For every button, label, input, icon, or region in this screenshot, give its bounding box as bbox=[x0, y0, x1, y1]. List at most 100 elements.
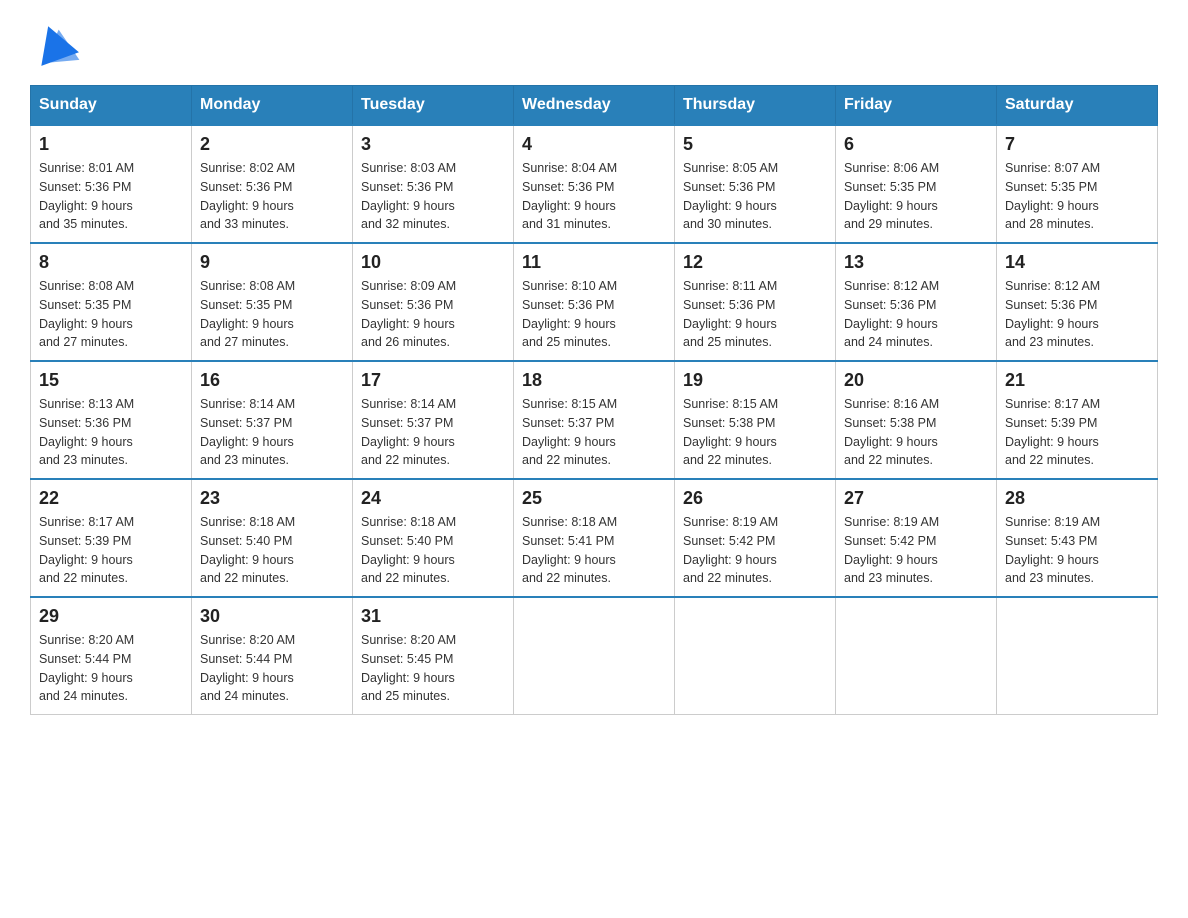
calendar-day-cell: 29 Sunrise: 8:20 AM Sunset: 5:44 PM Dayl… bbox=[31, 597, 192, 715]
day-of-week-header: Monday bbox=[192, 86, 353, 126]
day-info: Sunrise: 8:20 AM Sunset: 5:44 PM Dayligh… bbox=[200, 633, 295, 703]
calendar-day-cell: 25 Sunrise: 8:18 AM Sunset: 5:41 PM Dayl… bbox=[514, 479, 675, 597]
day-info: Sunrise: 8:19 AM Sunset: 5:42 PM Dayligh… bbox=[844, 515, 939, 585]
day-info: Sunrise: 8:03 AM Sunset: 5:36 PM Dayligh… bbox=[361, 161, 456, 231]
calendar-day-cell: 9 Sunrise: 8:08 AM Sunset: 5:35 PM Dayli… bbox=[192, 243, 353, 361]
calendar-day-cell: 11 Sunrise: 8:10 AM Sunset: 5:36 PM Dayl… bbox=[514, 243, 675, 361]
calendar-day-cell bbox=[836, 597, 997, 715]
day-number: 26 bbox=[683, 488, 827, 509]
day-number: 1 bbox=[39, 134, 183, 155]
day-number: 29 bbox=[39, 606, 183, 627]
day-number: 10 bbox=[361, 252, 505, 273]
day-info: Sunrise: 8:16 AM Sunset: 5:38 PM Dayligh… bbox=[844, 397, 939, 467]
calendar-day-cell: 17 Sunrise: 8:14 AM Sunset: 5:37 PM Dayl… bbox=[353, 361, 514, 479]
day-number: 14 bbox=[1005, 252, 1149, 273]
page-header bbox=[30, 20, 1158, 70]
day-number: 9 bbox=[200, 252, 344, 273]
calendar-day-cell: 5 Sunrise: 8:05 AM Sunset: 5:36 PM Dayli… bbox=[675, 125, 836, 243]
day-info: Sunrise: 8:18 AM Sunset: 5:40 PM Dayligh… bbox=[200, 515, 295, 585]
day-info: Sunrise: 8:15 AM Sunset: 5:37 PM Dayligh… bbox=[522, 397, 617, 467]
calendar-day-cell: 27 Sunrise: 8:19 AM Sunset: 5:42 PM Dayl… bbox=[836, 479, 997, 597]
day-info: Sunrise: 8:07 AM Sunset: 5:35 PM Dayligh… bbox=[1005, 161, 1100, 231]
day-number: 31 bbox=[361, 606, 505, 627]
day-of-week-header: Thursday bbox=[675, 86, 836, 126]
day-number: 24 bbox=[361, 488, 505, 509]
day-number: 23 bbox=[200, 488, 344, 509]
day-of-week-header: Tuesday bbox=[353, 86, 514, 126]
calendar-week-row: 22 Sunrise: 8:17 AM Sunset: 5:39 PM Dayl… bbox=[31, 479, 1158, 597]
day-number: 13 bbox=[844, 252, 988, 273]
calendar-day-cell: 26 Sunrise: 8:19 AM Sunset: 5:42 PM Dayl… bbox=[675, 479, 836, 597]
day-number: 11 bbox=[522, 252, 666, 273]
day-number: 19 bbox=[683, 370, 827, 391]
calendar-day-cell: 14 Sunrise: 8:12 AM Sunset: 5:36 PM Dayl… bbox=[997, 243, 1158, 361]
calendar-day-cell: 7 Sunrise: 8:07 AM Sunset: 5:35 PM Dayli… bbox=[997, 125, 1158, 243]
day-info: Sunrise: 8:19 AM Sunset: 5:43 PM Dayligh… bbox=[1005, 515, 1100, 585]
calendar-day-cell: 3 Sunrise: 8:03 AM Sunset: 5:36 PM Dayli… bbox=[353, 125, 514, 243]
day-number: 15 bbox=[39, 370, 183, 391]
calendar-day-cell: 30 Sunrise: 8:20 AM Sunset: 5:44 PM Dayl… bbox=[192, 597, 353, 715]
calendar-day-cell: 31 Sunrise: 8:20 AM Sunset: 5:45 PM Dayl… bbox=[353, 597, 514, 715]
day-info: Sunrise: 8:19 AM Sunset: 5:42 PM Dayligh… bbox=[683, 515, 778, 585]
day-info: Sunrise: 8:18 AM Sunset: 5:40 PM Dayligh… bbox=[361, 515, 456, 585]
day-info: Sunrise: 8:15 AM Sunset: 5:38 PM Dayligh… bbox=[683, 397, 778, 467]
day-number: 21 bbox=[1005, 370, 1149, 391]
calendar-day-cell: 23 Sunrise: 8:18 AM Sunset: 5:40 PM Dayl… bbox=[192, 479, 353, 597]
day-number: 2 bbox=[200, 134, 344, 155]
day-info: Sunrise: 8:08 AM Sunset: 5:35 PM Dayligh… bbox=[39, 279, 134, 349]
calendar-week-row: 15 Sunrise: 8:13 AM Sunset: 5:36 PM Dayl… bbox=[31, 361, 1158, 479]
calendar-day-cell bbox=[997, 597, 1158, 715]
calendar-table: SundayMondayTuesdayWednesdayThursdayFrid… bbox=[30, 85, 1158, 715]
day-of-week-header: Saturday bbox=[997, 86, 1158, 126]
calendar-day-cell: 24 Sunrise: 8:18 AM Sunset: 5:40 PM Dayl… bbox=[353, 479, 514, 597]
day-info: Sunrise: 8:14 AM Sunset: 5:37 PM Dayligh… bbox=[361, 397, 456, 467]
day-number: 3 bbox=[361, 134, 505, 155]
day-number: 4 bbox=[522, 134, 666, 155]
day-number: 28 bbox=[1005, 488, 1149, 509]
day-number: 30 bbox=[200, 606, 344, 627]
day-info: Sunrise: 8:04 AM Sunset: 5:36 PM Dayligh… bbox=[522, 161, 617, 231]
day-number: 25 bbox=[522, 488, 666, 509]
calendar-day-cell: 6 Sunrise: 8:06 AM Sunset: 5:35 PM Dayli… bbox=[836, 125, 997, 243]
day-number: 7 bbox=[1005, 134, 1149, 155]
day-info: Sunrise: 8:09 AM Sunset: 5:36 PM Dayligh… bbox=[361, 279, 456, 349]
calendar-day-cell: 20 Sunrise: 8:16 AM Sunset: 5:38 PM Dayl… bbox=[836, 361, 997, 479]
calendar-day-cell: 28 Sunrise: 8:19 AM Sunset: 5:43 PM Dayl… bbox=[997, 479, 1158, 597]
day-number: 6 bbox=[844, 134, 988, 155]
calendar-week-row: 29 Sunrise: 8:20 AM Sunset: 5:44 PM Dayl… bbox=[31, 597, 1158, 715]
calendar-day-cell: 4 Sunrise: 8:04 AM Sunset: 5:36 PM Dayli… bbox=[514, 125, 675, 243]
calendar-day-cell: 8 Sunrise: 8:08 AM Sunset: 5:35 PM Dayli… bbox=[31, 243, 192, 361]
calendar-day-cell: 13 Sunrise: 8:12 AM Sunset: 5:36 PM Dayl… bbox=[836, 243, 997, 361]
day-info: Sunrise: 8:13 AM Sunset: 5:36 PM Dayligh… bbox=[39, 397, 134, 467]
day-info: Sunrise: 8:14 AM Sunset: 5:37 PM Dayligh… bbox=[200, 397, 295, 467]
day-number: 12 bbox=[683, 252, 827, 273]
day-info: Sunrise: 8:17 AM Sunset: 5:39 PM Dayligh… bbox=[39, 515, 134, 585]
calendar-week-row: 1 Sunrise: 8:01 AM Sunset: 5:36 PM Dayli… bbox=[31, 125, 1158, 243]
logo-icon bbox=[30, 20, 80, 70]
day-info: Sunrise: 8:02 AM Sunset: 5:36 PM Dayligh… bbox=[200, 161, 295, 231]
calendar-day-cell: 1 Sunrise: 8:01 AM Sunset: 5:36 PM Dayli… bbox=[31, 125, 192, 243]
day-of-week-header: Sunday bbox=[31, 86, 192, 126]
day-info: Sunrise: 8:01 AM Sunset: 5:36 PM Dayligh… bbox=[39, 161, 134, 231]
calendar-day-cell: 21 Sunrise: 8:17 AM Sunset: 5:39 PM Dayl… bbox=[997, 361, 1158, 479]
calendar-day-cell bbox=[675, 597, 836, 715]
calendar-day-cell: 2 Sunrise: 8:02 AM Sunset: 5:36 PM Dayli… bbox=[192, 125, 353, 243]
day-number: 27 bbox=[844, 488, 988, 509]
day-number: 18 bbox=[522, 370, 666, 391]
day-number: 20 bbox=[844, 370, 988, 391]
day-info: Sunrise: 8:20 AM Sunset: 5:44 PM Dayligh… bbox=[39, 633, 134, 703]
day-info: Sunrise: 8:12 AM Sunset: 5:36 PM Dayligh… bbox=[1005, 279, 1100, 349]
calendar-day-cell: 15 Sunrise: 8:13 AM Sunset: 5:36 PM Dayl… bbox=[31, 361, 192, 479]
calendar-day-cell: 18 Sunrise: 8:15 AM Sunset: 5:37 PM Dayl… bbox=[514, 361, 675, 479]
calendar-day-cell: 12 Sunrise: 8:11 AM Sunset: 5:36 PM Dayl… bbox=[675, 243, 836, 361]
day-info: Sunrise: 8:17 AM Sunset: 5:39 PM Dayligh… bbox=[1005, 397, 1100, 467]
day-number: 22 bbox=[39, 488, 183, 509]
day-of-week-header: Friday bbox=[836, 86, 997, 126]
day-info: Sunrise: 8:06 AM Sunset: 5:35 PM Dayligh… bbox=[844, 161, 939, 231]
calendar-day-cell: 10 Sunrise: 8:09 AM Sunset: 5:36 PM Dayl… bbox=[353, 243, 514, 361]
day-info: Sunrise: 8:12 AM Sunset: 5:36 PM Dayligh… bbox=[844, 279, 939, 349]
logo bbox=[30, 20, 80, 70]
calendar-day-cell: 19 Sunrise: 8:15 AM Sunset: 5:38 PM Dayl… bbox=[675, 361, 836, 479]
day-number: 8 bbox=[39, 252, 183, 273]
day-number: 17 bbox=[361, 370, 505, 391]
